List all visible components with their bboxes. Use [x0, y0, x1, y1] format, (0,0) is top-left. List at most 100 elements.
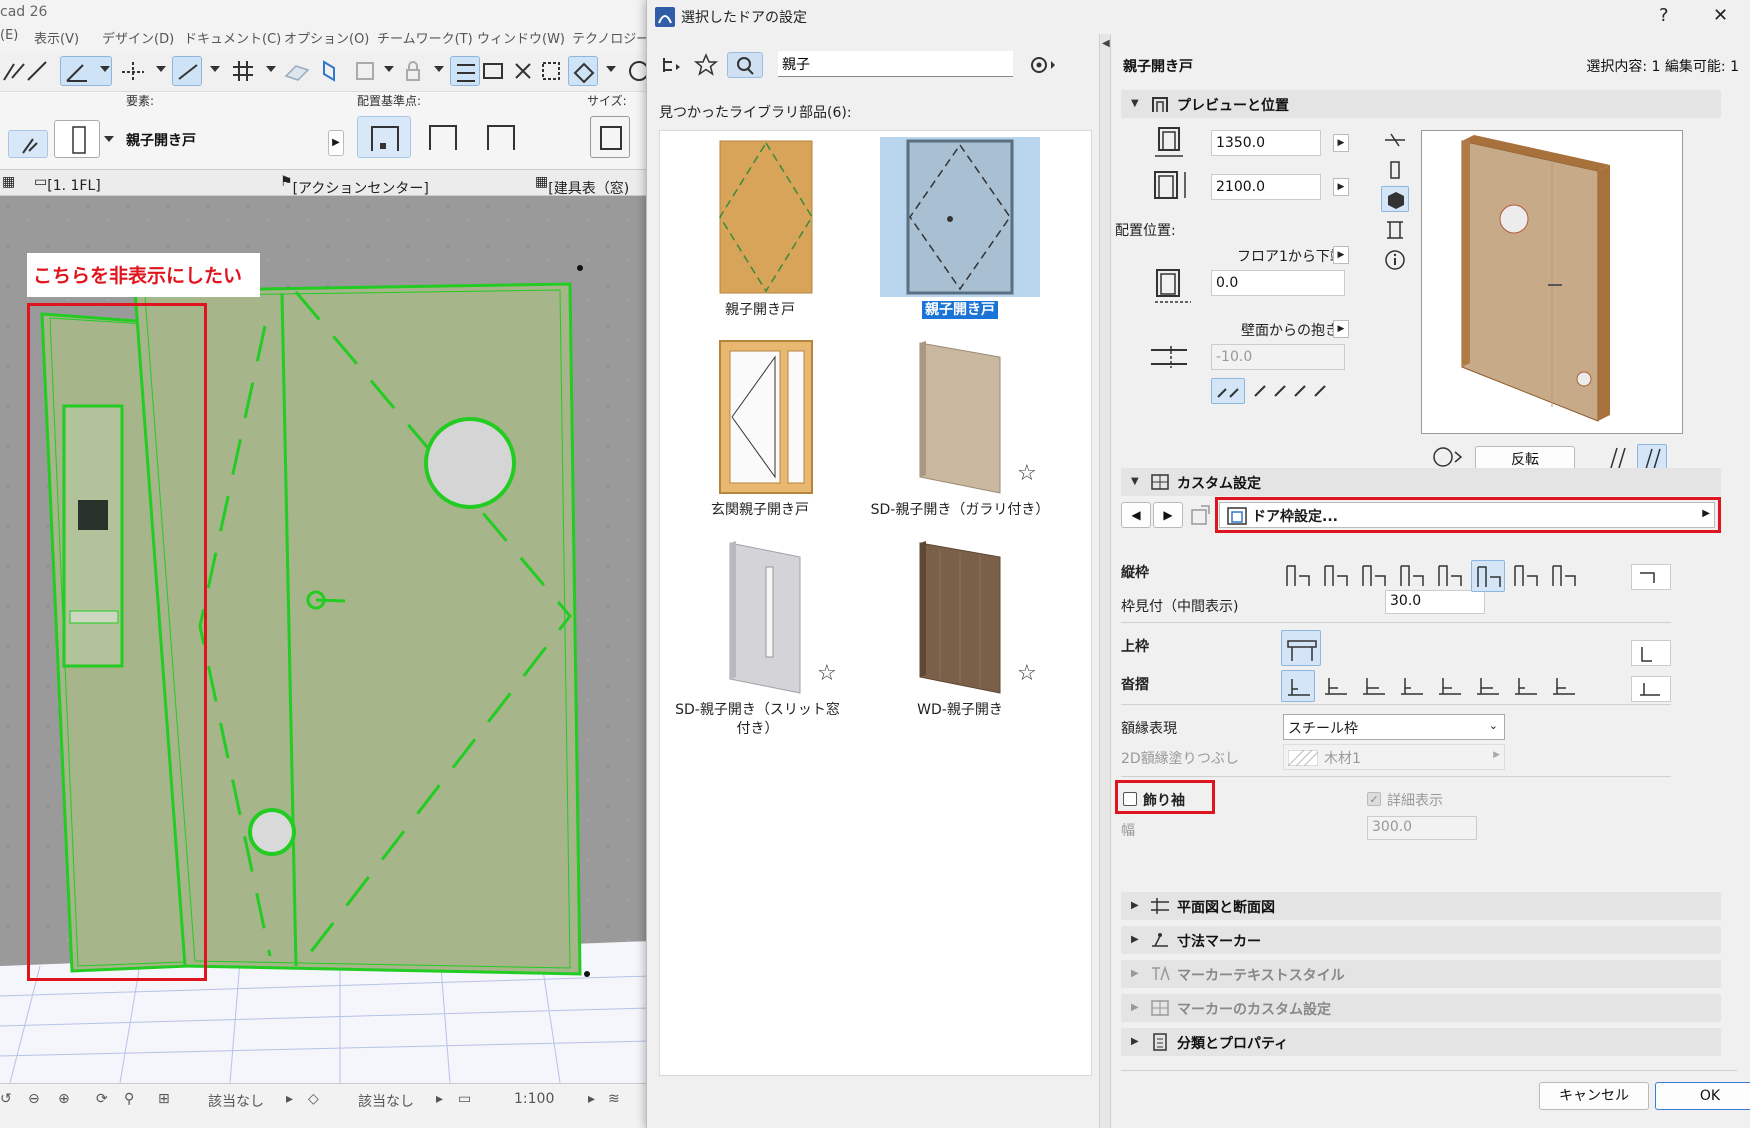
status-none-2[interactable]: 該当なし — [358, 1091, 414, 1111]
tab-schedule[interactable]: ▦ [建具表（窓) — [535, 174, 629, 197]
export-icon[interactable] — [1187, 502, 1215, 528]
floor-offset-field[interactable]: 0.0 — [1211, 270, 1345, 296]
layer-icon[interactable] — [350, 56, 380, 86]
undo-icon[interactable]: ↺ — [0, 1091, 12, 1107]
chevron-down-icon[interactable] — [434, 66, 444, 72]
status-none-1[interactable]: 該当なし — [208, 1091, 264, 1111]
section-plan-section[interactable]: ▶ 平面図と断面図 — [1121, 892, 1721, 920]
anchor-option-icon[interactable] — [1251, 378, 1273, 404]
gear-icon[interactable] — [1025, 52, 1061, 78]
pane-splitter[interactable]: ◀ — [1099, 34, 1111, 1128]
menu-design[interactable]: デザイン(D) — [102, 28, 174, 47]
library-search-input[interactable] — [778, 51, 1013, 77]
section-dimension-marker[interactable]: ▶ 寸法マーカー — [1121, 926, 1721, 954]
menu-technology[interactable]: テクノロジープ — [572, 28, 650, 47]
info-icon[interactable] — [1381, 248, 1409, 272]
section-marker-text-style[interactable]: ▶ マーカーテキストスタイル — [1121, 960, 1721, 988]
chevron-right-icon[interactable]: ▶ — [1333, 178, 1349, 196]
height-field[interactable]: 2100.0 — [1211, 174, 1321, 200]
section-custom-settings[interactable]: ▼ カスタム設定 — [1121, 468, 1721, 496]
zoom-out-icon[interactable]: ⊖ — [28, 1091, 40, 1107]
plane-icon[interactable] — [282, 56, 312, 86]
chevron-right-icon[interactable]: ▸ — [436, 1091, 443, 1107]
head-detail-button[interactable] — [1631, 640, 1671, 666]
chevron-down-icon[interactable] — [104, 136, 114, 142]
star-icon[interactable]: ☆ — [1017, 461, 1037, 486]
magic-wand-icon[interactable] — [8, 130, 48, 158]
anchor-left-icon[interactable] — [357, 116, 411, 158]
ok-button[interactable]: OK — [1655, 1082, 1750, 1110]
chevron-down-icon[interactable] — [384, 66, 394, 72]
anchor-option-icon[interactable] — [1271, 378, 1293, 404]
sill-option-icon[interactable] — [1547, 670, 1581, 702]
section-view-icon[interactable] — [1381, 218, 1409, 242]
floor-reference-label[interactable]: フロア1から下端 — [1237, 246, 1344, 266]
detail-display-checkbox[interactable]: ✓ — [1367, 792, 1381, 806]
sill-option-icon[interactable] — [1357, 670, 1391, 702]
next-page-button[interactable]: ▶ — [1153, 502, 1183, 528]
select-frame-icon[interactable] — [536, 56, 566, 86]
chevron-down-icon[interactable] — [100, 66, 110, 72]
grid-icon[interactable] — [228, 56, 258, 86]
section-preview-position[interactable]: ▼ プレビューと位置 — [1121, 90, 1721, 118]
head-frame-option-icon[interactable] — [1281, 630, 1321, 666]
chevron-right-icon[interactable]: ▶ — [1333, 134, 1349, 152]
guide-line-icon[interactable] — [118, 56, 148, 86]
chevron-right-icon[interactable]: ▸ — [286, 1091, 293, 1107]
jamb-option-icon[interactable] — [1433, 560, 1467, 592]
zoom-in-icon[interactable]: ⊕ — [58, 1091, 70, 1107]
wall-reveal-field[interactable]: -10.0 — [1211, 344, 1345, 370]
orbit-icon[interactable]: ⟳ — [96, 1091, 108, 1107]
chevron-down-icon[interactable] — [210, 66, 220, 72]
jamb-option-icon[interactable] — [1357, 560, 1391, 592]
fit-icon[interactable]: ⊞ — [158, 1091, 170, 1107]
walk-icon[interactable]: ⚲ — [124, 1091, 134, 1107]
chevron-left-icon[interactable]: ◀ — [1102, 38, 1110, 49]
help-button[interactable]: ? — [1659, 5, 1669, 26]
frame-face-field[interactable]: 30.0 — [1385, 590, 1485, 614]
3d-view-icon[interactable] — [568, 56, 598, 86]
chevron-right-icon[interactable]: ▸ — [588, 1091, 595, 1107]
menu-document[interactable]: ドキュメント(C) — [184, 28, 281, 47]
folder-tree-icon[interactable] — [659, 52, 685, 78]
dimension-icon[interactable] — [478, 56, 508, 86]
search-icon[interactable] — [727, 52, 763, 78]
jamb-option-icon[interactable] — [1281, 560, 1315, 592]
3d-cube-icon[interactable] — [1381, 186, 1409, 212]
casing-select[interactable]: スチール枠 ⌄ — [1283, 714, 1505, 740]
marker-icon[interactable] — [314, 56, 344, 86]
fill-select[interactable]: 木材1 ▶ — [1283, 744, 1505, 770]
scale-value[interactable]: 1:100 — [514, 1091, 554, 1107]
coordinate-icon[interactable] — [172, 56, 202, 86]
sill-detail-button[interactable] — [1631, 676, 1671, 702]
elevation-view-icon[interactable] — [1381, 158, 1409, 182]
menu-teamwork[interactable]: チームワーク(T) — [377, 28, 473, 47]
chevron-down-icon[interactable] — [606, 66, 616, 72]
layers-icon[interactable]: ≋ — [608, 1091, 620, 1107]
sidelight-width-field[interactable]: 300.0 — [1367, 816, 1477, 840]
width-field[interactable]: 1350.0 — [1211, 130, 1321, 156]
star-icon[interactable]: ☆ — [1017, 661, 1037, 686]
close-button[interactable]: ✕ — [1713, 5, 1728, 26]
chevron-right-icon[interactable]: ▶ — [1333, 246, 1349, 264]
anchor-right-icon[interactable] — [474, 116, 528, 158]
sill-option-icon[interactable] — [1395, 670, 1429, 702]
lock-icon[interactable] — [398, 56, 428, 86]
anchor-option-icon[interactable] — [1211, 378, 1245, 404]
jamb-option-icon[interactable] — [1395, 560, 1429, 592]
jamb-option-icon[interactable] — [1319, 560, 1353, 592]
star-icon[interactable]: ☆ — [817, 661, 837, 686]
cancel-button[interactable]: キャンセル — [1539, 1082, 1649, 1110]
menu-options[interactable]: オプション(O) — [284, 28, 369, 47]
ruler-icon[interactable]: ▭ — [458, 1091, 471, 1107]
eyedropper-icon[interactable] — [22, 56, 52, 86]
jamb-detail-button[interactable] — [1631, 564, 1671, 590]
anchor-option-icon[interactable] — [1311, 378, 1333, 404]
view-icon[interactable]: ◇ — [308, 1091, 319, 1107]
3d-preview[interactable] — [1421, 130, 1683, 434]
chevron-right-icon[interactable]: ▶ — [328, 130, 344, 156]
star-icon[interactable] — [693, 52, 719, 78]
section-marker-custom[interactable]: ▶ マーカーのカスタム設定 — [1121, 994, 1721, 1022]
jamb-option-icon[interactable] — [1509, 560, 1543, 592]
tab-action-center[interactable]: ⚑ [アクションセンター] — [280, 174, 429, 197]
